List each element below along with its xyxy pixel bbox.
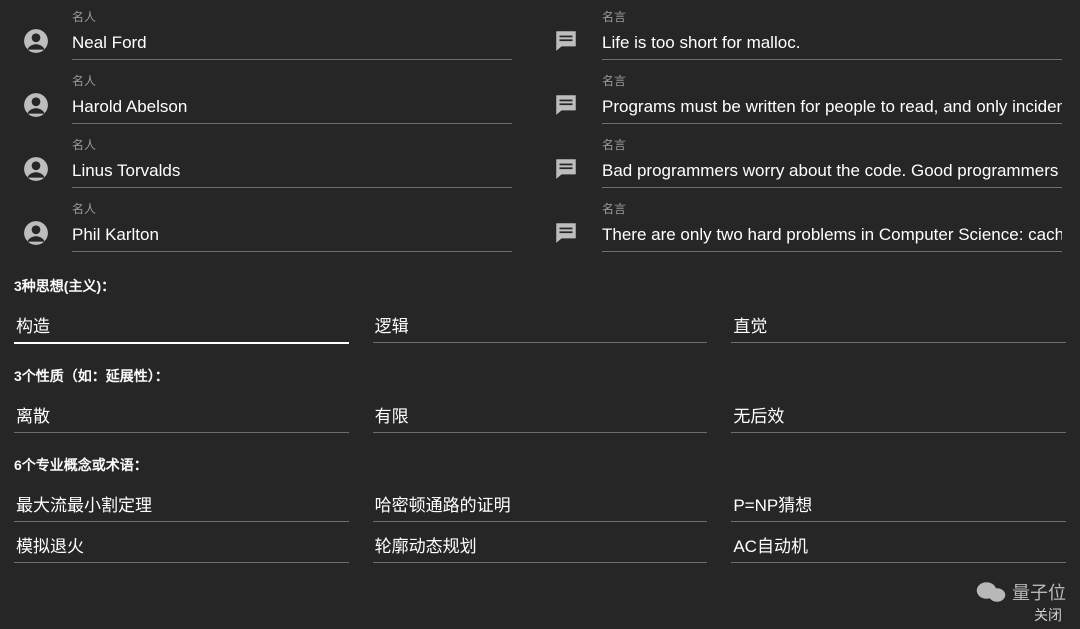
quotes-list: 名人 名言 名人: [0, 0, 1080, 258]
quote-input[interactable]: [602, 221, 1062, 252]
concept-input[interactable]: [373, 526, 708, 563]
chat-icon: [530, 220, 602, 252]
quote-field: 名言: [602, 72, 1080, 124]
concept-input[interactable]: [14, 485, 349, 522]
quote-label: 名言: [602, 136, 1062, 153]
wechat-icon: [976, 580, 1006, 604]
person-column: 名人: [0, 136, 530, 188]
person-icon: [0, 92, 72, 124]
quote-row: 名人 名言: [0, 66, 1080, 130]
quote-label: 名言: [602, 8, 1062, 25]
quote-column: 名言: [530, 72, 1080, 124]
ideas-section: 3种思想(主义)：: [0, 258, 1080, 344]
concepts-title: 6个专业概念或术语：: [14, 455, 1066, 475]
person-field: 名人: [72, 136, 530, 188]
quote-column: 名言: [530, 8, 1080, 60]
person-column: 名人: [0, 72, 530, 124]
quote-field: 名言: [602, 8, 1080, 60]
quote-row: 名人 名言: [0, 2, 1080, 66]
person-input[interactable]: [72, 29, 512, 60]
chat-icon: [530, 156, 602, 188]
watermark-text: 量子位: [1012, 579, 1066, 605]
quote-label: 名言: [602, 200, 1062, 217]
quote-input[interactable]: [602, 157, 1062, 188]
watermark: 量子位: [976, 579, 1066, 605]
quote-field: 名言: [602, 200, 1080, 252]
idea-input[interactable]: [731, 306, 1066, 343]
quote-input[interactable]: [602, 29, 1062, 60]
quote-input[interactable]: [602, 93, 1062, 124]
person-icon: [0, 220, 72, 252]
close-button[interactable]: 关闭: [1034, 605, 1062, 625]
person-field: 名人: [72, 8, 530, 60]
person-icon: [0, 156, 72, 188]
person-label: 名人: [72, 8, 512, 25]
quote-field: 名言: [602, 136, 1080, 188]
properties-section: 3个性质（如：延展性）：: [0, 348, 1080, 433]
quote-row: 名人 名言: [0, 130, 1080, 194]
person-input[interactable]: [72, 93, 512, 124]
person-label: 名人: [72, 72, 512, 89]
quote-row: 名人 名言: [0, 194, 1080, 258]
ideas-title: 3种思想(主义)：: [14, 276, 1066, 296]
person-field: 名人: [72, 200, 530, 252]
person-field: 名人: [72, 72, 530, 124]
person-label: 名人: [72, 136, 512, 153]
quote-column: 名言: [530, 136, 1080, 188]
person-column: 名人: [0, 200, 530, 252]
person-column: 名人: [0, 8, 530, 60]
concepts-section: 6个专业概念或术语：: [0, 437, 1080, 563]
person-label: 名人: [72, 200, 512, 217]
chat-icon: [530, 28, 602, 60]
concept-input[interactable]: [373, 485, 708, 522]
properties-title: 3个性质（如：延展性）：: [14, 366, 1066, 386]
quote-label: 名言: [602, 72, 1062, 89]
property-input[interactable]: [373, 396, 708, 433]
quote-column: 名言: [530, 200, 1080, 252]
concept-input[interactable]: [731, 526, 1066, 563]
person-input[interactable]: [72, 221, 512, 252]
person-icon: [0, 28, 72, 60]
concept-input[interactable]: [14, 526, 349, 563]
idea-input[interactable]: [373, 306, 708, 343]
idea-input[interactable]: [14, 306, 349, 344]
property-input[interactable]: [14, 396, 349, 433]
person-input[interactable]: [72, 157, 512, 188]
chat-icon: [530, 92, 602, 124]
property-input[interactable]: [731, 396, 1066, 433]
concept-input[interactable]: [731, 485, 1066, 522]
